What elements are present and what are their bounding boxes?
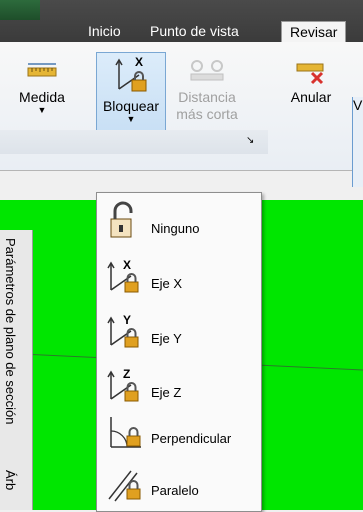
open-padlock-icon (110, 201, 133, 238)
ribbon-next-button-partial[interactable]: V (352, 97, 363, 187)
distancia-label-line2: más corta (176, 106, 238, 122)
menu-item-ninguno[interactable]: Ninguno (97, 197, 261, 251)
menu-item-label: Eje Y (151, 331, 182, 346)
anular-label: Anular (290, 89, 332, 105)
side-tab-tree[interactable]: Árb (3, 470, 18, 490)
distancia-mas-corta-button[interactable]: Distancia más corta (172, 56, 242, 123)
app-logo (0, 0, 40, 20)
svg-text:Z: Z (123, 367, 130, 381)
panel-launcher-icon[interactable]: ↘ (246, 135, 254, 146)
ruler-icon (27, 63, 57, 77)
y-axis-lock-icon: Y (107, 313, 139, 348)
anular-button[interactable]: Anular (284, 56, 338, 106)
menu-item-eje-x[interactable]: X Eje X (97, 252, 261, 306)
clear-measure-icon (296, 63, 324, 85)
chevron-down-icon[interactable]: ▼ (97, 115, 165, 124)
ribbon-panel-footer: ↘ (0, 130, 268, 154)
menu-item-label: Eje X (151, 276, 183, 291)
menu-item-eje-y[interactable]: Y Eje Y (97, 307, 261, 361)
side-tab-section-plane-parameters[interactable]: Parámetros de plano de sección (3, 238, 18, 424)
ribbon-next-label: V (353, 97, 363, 113)
shortest-distance-icon (190, 60, 224, 81)
tab-punto-de-vista[interactable]: Punto de vista (150, 21, 239, 42)
x-axis-lock-icon: X (115, 55, 147, 92)
ribbon-tab-bar: Inicio Punto de vista Revisar (0, 0, 363, 43)
x-axis-lock-icon: X (107, 258, 139, 293)
chevron-down-icon[interactable]: ▼ (14, 106, 70, 115)
svg-text:X: X (123, 258, 131, 272)
tab-inicio[interactable]: Inicio (88, 21, 121, 42)
medida-button[interactable]: Medida ▼ (14, 56, 70, 115)
svg-text:Y: Y (123, 313, 131, 327)
bloquear-label: Bloquear (102, 98, 160, 114)
side-panel-tabs: Parámetros de plano de sección Árb (0, 230, 33, 510)
parallel-lock-icon (108, 470, 141, 502)
distancia-label-line1: Distancia (178, 89, 236, 105)
bloquear-dropdown-menu: Ninguno X Eje X Y Eje Y Z Eje Z Perpendi… (96, 192, 262, 512)
menu-item-perpendicular[interactable]: Perpendicular (97, 403, 261, 457)
z-axis-lock-icon: Z (107, 367, 139, 402)
menu-item-label: Ninguno (151, 221, 200, 236)
menu-item-label: Perpendicular (151, 431, 232, 446)
menu-item-label: Paralelo (151, 483, 199, 498)
perpendicular-lock-icon (110, 417, 141, 448)
medida-label: Medida (19, 89, 65, 105)
menu-item-paralelo[interactable]: Paralelo (97, 455, 261, 509)
tab-revisar[interactable]: Revisar (281, 21, 347, 43)
menu-item-label: Eje Z (151, 385, 182, 400)
svg-text:X: X (135, 55, 143, 69)
